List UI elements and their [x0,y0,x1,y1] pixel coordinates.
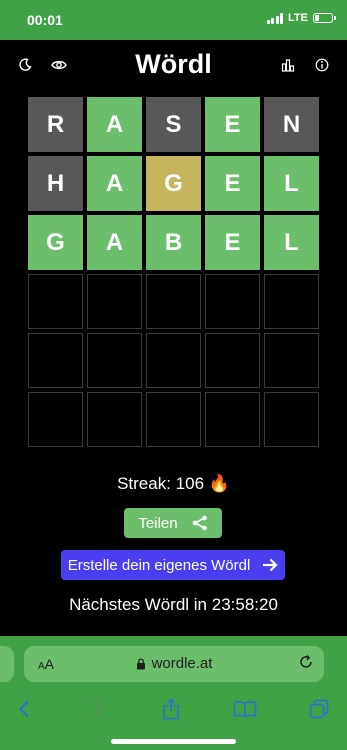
empty-tile [205,392,260,447]
create-button-label: Erstelle dein eigenes Wördl [67,556,251,574]
empty-tile [28,333,83,388]
letter-tile: A [87,215,142,270]
info-icon[interactable] [311,54,333,76]
url-display[interactable]: wordle.at [24,655,324,672]
empty-tile [205,274,260,329]
letter-tile: H [28,156,83,211]
letter-tile: G [146,156,201,211]
stats-icon[interactable] [277,54,299,76]
bookmarks-icon[interactable] [232,696,258,722]
letter-tile: A [87,156,142,211]
empty-tile [87,392,142,447]
app-header: Wördl [0,40,347,90]
letter-tile: N [264,97,319,152]
letter-tile: S [146,97,201,152]
tabs-icon[interactable] [306,696,332,722]
empty-tile [205,333,260,388]
empty-tile [264,274,319,329]
back-icon[interactable] [11,696,37,722]
empty-tile [28,392,83,447]
battery-icon [313,13,336,23]
browser-chrome: AA wordle.at [0,636,347,750]
letter-tile: R [28,97,83,152]
lock-icon [136,657,145,669]
status-indicators: LTE [266,12,336,24]
share-button[interactable]: Teilen [124,508,222,538]
letter-tile: A [87,97,142,152]
letter-tile: L [264,215,319,270]
arrow-right-icon [263,558,278,572]
forward-icon[interactable] [86,696,112,722]
letter-tile: E [205,97,260,152]
status-bar: 00:01 LTE [0,0,347,40]
empty-tile [146,333,201,388]
streak-label: Streak: 106 🔥 [117,474,230,493]
letter-tile: B [146,215,201,270]
share-button-label: Teilen [138,514,178,532]
empty-tile [87,274,142,329]
empty-tile [146,274,201,329]
letter-tile: L [264,156,319,211]
create-own-wordl-button[interactable]: Erstelle dein eigenes Wördl [61,550,285,580]
carrier-label: LTE [288,12,308,24]
letter-tile: E [205,156,260,211]
status-time: 00:01 [27,12,63,28]
letter-tile: G [28,215,83,270]
letter-tile: E [205,215,260,270]
next-wordl-countdown: Nächstes Wördl in 23:58:20 [69,595,278,614]
empty-tile [87,333,142,388]
empty-tile [264,392,319,447]
home-indicator[interactable] [111,739,236,744]
address-bar[interactable]: AA wordle.at [24,646,324,682]
game-board: RASENHAGELGABEL [28,97,319,447]
previous-tab-preview[interactable] [0,646,14,682]
signal-icon [266,12,284,24]
url-text: wordle.at [151,655,213,672]
browser-toolbar [0,692,347,726]
empty-tile [264,333,319,388]
empty-tile [146,392,201,447]
empty-tile [28,274,83,329]
share-icon [192,515,207,531]
share-sheet-icon[interactable] [158,696,184,722]
reload-icon[interactable] [298,654,314,675]
